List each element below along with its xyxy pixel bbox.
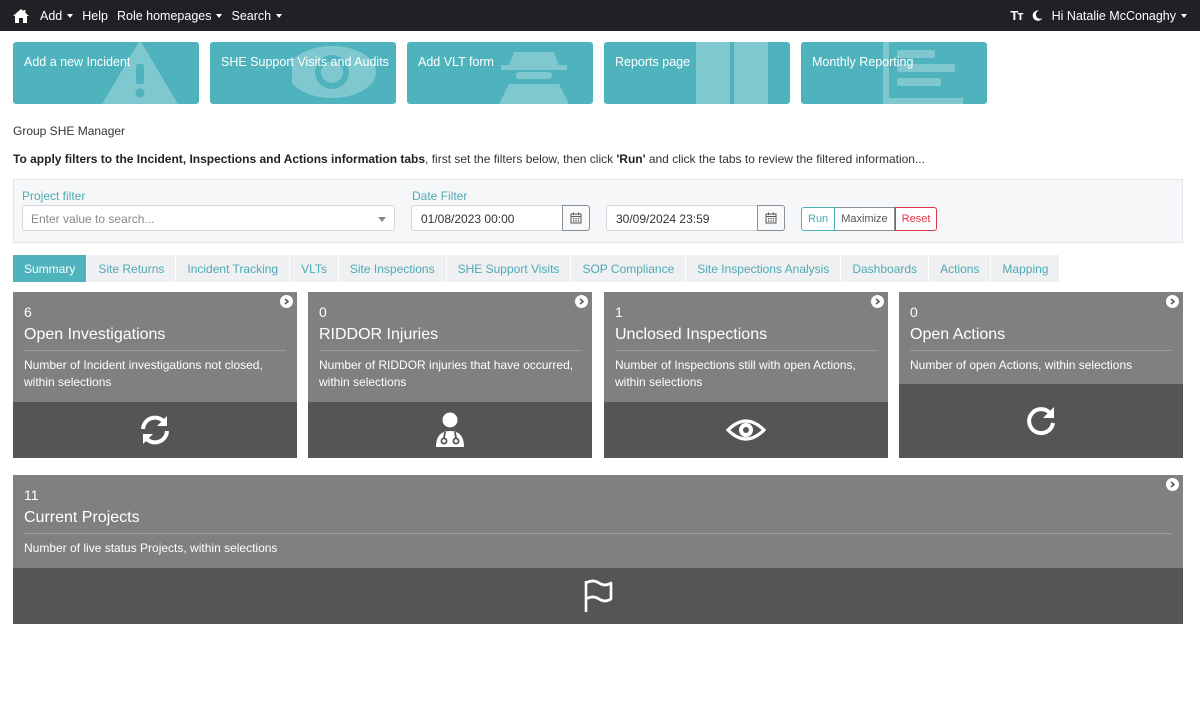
- caret-down-icon: [67, 14, 74, 18]
- caret-down-icon: [276, 14, 283, 18]
- filter-action-buttons: Run Maximize Reset: [801, 207, 938, 231]
- dropdown-arrow-icon: [378, 217, 386, 222]
- user-menu[interactable]: Hi Natalie McConaghy: [1052, 9, 1187, 23]
- card-count: 0: [319, 304, 327, 320]
- card-divider: [24, 350, 286, 351]
- home-icon[interactable]: [12, 8, 30, 24]
- quick-link-tiles: Add a new Incident SHE Support Visits an…: [13, 42, 998, 104]
- tile-she-support-visits[interactable]: SHE Support Visits and Audits: [210, 42, 396, 104]
- role-label: Group SHE Manager: [13, 124, 126, 138]
- card-divider: [615, 350, 877, 351]
- refresh-icon: [141, 415, 169, 445]
- top-navbar: Add Help Role homepages Search Tт Hi Nat…: [0, 0, 1200, 31]
- maximize-button[interactable]: Maximize: [835, 207, 895, 231]
- card-description: Number of RIDDOR injuries that have occu…: [319, 358, 574, 389]
- doctor-icon: [436, 412, 464, 447]
- tab-site-inspections-analysis[interactable]: Site Inspections Analysis: [686, 255, 841, 282]
- card-divider: [24, 533, 1172, 534]
- chevron-right-icon[interactable]: [1166, 478, 1179, 491]
- card-icon-area: [899, 384, 1183, 458]
- text-size-icon[interactable]: Tт: [1010, 8, 1023, 23]
- nav-role-homepages-menu[interactable]: Role homepages: [117, 9, 223, 23]
- card-title: Unclosed Inspections: [615, 326, 768, 343]
- spy-icon: [499, 52, 569, 104]
- card-description: Number of live status Projects, within s…: [24, 541, 278, 555]
- tab-site-returns[interactable]: Site Returns: [87, 255, 176, 282]
- filter-panel: Project filter Enter value to search... …: [13, 179, 1183, 243]
- eye-icon: [292, 46, 376, 98]
- tab-mapping[interactable]: Mapping: [991, 255, 1060, 282]
- info-tabs: Summary Site Returns Incident Tracking V…: [13, 255, 1060, 282]
- chevron-right-icon[interactable]: [575, 295, 588, 308]
- calendar-icon[interactable]: [757, 205, 785, 231]
- tile-reports-page[interactable]: Reports page: [604, 42, 790, 104]
- chevron-right-icon[interactable]: [1166, 295, 1179, 308]
- summary-card-current-projects[interactable]: 11 Current Projects Number of live statu…: [13, 475, 1183, 624]
- summary-card-open-investigations[interactable]: 6 Open Investigations Number of Incident…: [13, 292, 297, 458]
- nav-help-link[interactable]: Help: [82, 9, 108, 23]
- caret-down-icon: [216, 14, 223, 18]
- project-filter-select[interactable]: Enter value to search...: [22, 205, 395, 231]
- tab-summary[interactable]: Summary: [13, 255, 87, 282]
- card-icon-area: [13, 568, 1183, 624]
- moon-icon[interactable]: [1032, 10, 1043, 21]
- tab-vlts[interactable]: VLTs: [290, 255, 338, 282]
- reset-button[interactable]: Reset: [894, 207, 938, 231]
- card-icon-area: [604, 402, 888, 458]
- project-filter-label: Project filter: [22, 189, 86, 203]
- summary-card-riddor-injuries[interactable]: 0 RIDDOR Injuries Number of RIDDOR injur…: [308, 292, 592, 458]
- card-title: Open Investigations: [24, 326, 166, 343]
- tab-dashboards[interactable]: Dashboards: [841, 255, 929, 282]
- book-icon: [696, 42, 768, 104]
- date-filter-label: Date Filter: [412, 189, 468, 203]
- filter-instructions: To apply filters to the Incident, Inspec…: [13, 152, 925, 166]
- card-title: Open Actions: [910, 326, 1006, 343]
- card-divider: [319, 350, 581, 351]
- flag-icon: [584, 579, 613, 612]
- card-title: Current Projects: [24, 509, 140, 526]
- card-count: 1: [615, 304, 623, 320]
- tab-sop-compliance[interactable]: SOP Compliance: [571, 255, 686, 282]
- date-to-input[interactable]: 30/09/2024 23:59: [606, 205, 785, 231]
- summary-card-unclosed-inspections[interactable]: 1 Unclosed Inspections Number of Inspect…: [604, 292, 888, 458]
- eye-icon: [726, 419, 766, 441]
- card-count: 11: [24, 487, 39, 503]
- tab-she-support-visits[interactable]: SHE Support Visits: [446, 255, 571, 282]
- tile-add-vlt-form[interactable]: Add VLT form: [407, 42, 593, 104]
- card-count: 0: [910, 304, 918, 320]
- calendar-icon[interactable]: [562, 205, 590, 231]
- chevron-right-icon[interactable]: [280, 295, 293, 308]
- warning-icon: [102, 42, 178, 104]
- card-description: Number of Inspections still with open Ac…: [615, 358, 856, 389]
- caret-down-icon: [1181, 14, 1187, 18]
- nav-search-menu[interactable]: Search: [231, 9, 283, 23]
- summary-card-open-actions[interactable]: 0 Open Actions Number of open Actions, w…: [899, 292, 1183, 458]
- run-button[interactable]: Run: [801, 207, 836, 231]
- redo-icon: [1027, 407, 1055, 436]
- tab-actions[interactable]: Actions: [929, 255, 991, 282]
- card-divider: [910, 350, 1172, 351]
- card-description: Number of open Actions, within selection…: [910, 358, 1133, 372]
- card-icon-area: [13, 402, 297, 458]
- tab-site-inspections[interactable]: Site Inspections: [338, 255, 446, 282]
- date-from-input[interactable]: 01/08/2023 00:00: [411, 205, 590, 231]
- tile-monthly-reporting[interactable]: Monthly Reporting: [801, 42, 987, 104]
- card-description: Number of Incident investigations not cl…: [24, 358, 263, 389]
- card-count: 6: [24, 304, 32, 320]
- tab-incident-tracking[interactable]: Incident Tracking: [176, 255, 290, 282]
- card-title: RIDDOR Injuries: [319, 326, 439, 343]
- nav-add-menu[interactable]: Add: [40, 9, 74, 23]
- card-icon-area: [308, 402, 592, 458]
- list-icon: [883, 42, 963, 104]
- tile-add-new-incident[interactable]: Add a new Incident: [13, 42, 199, 104]
- chevron-right-icon[interactable]: [871, 295, 884, 308]
- project-filter-placeholder: Enter value to search...: [31, 212, 155, 226]
